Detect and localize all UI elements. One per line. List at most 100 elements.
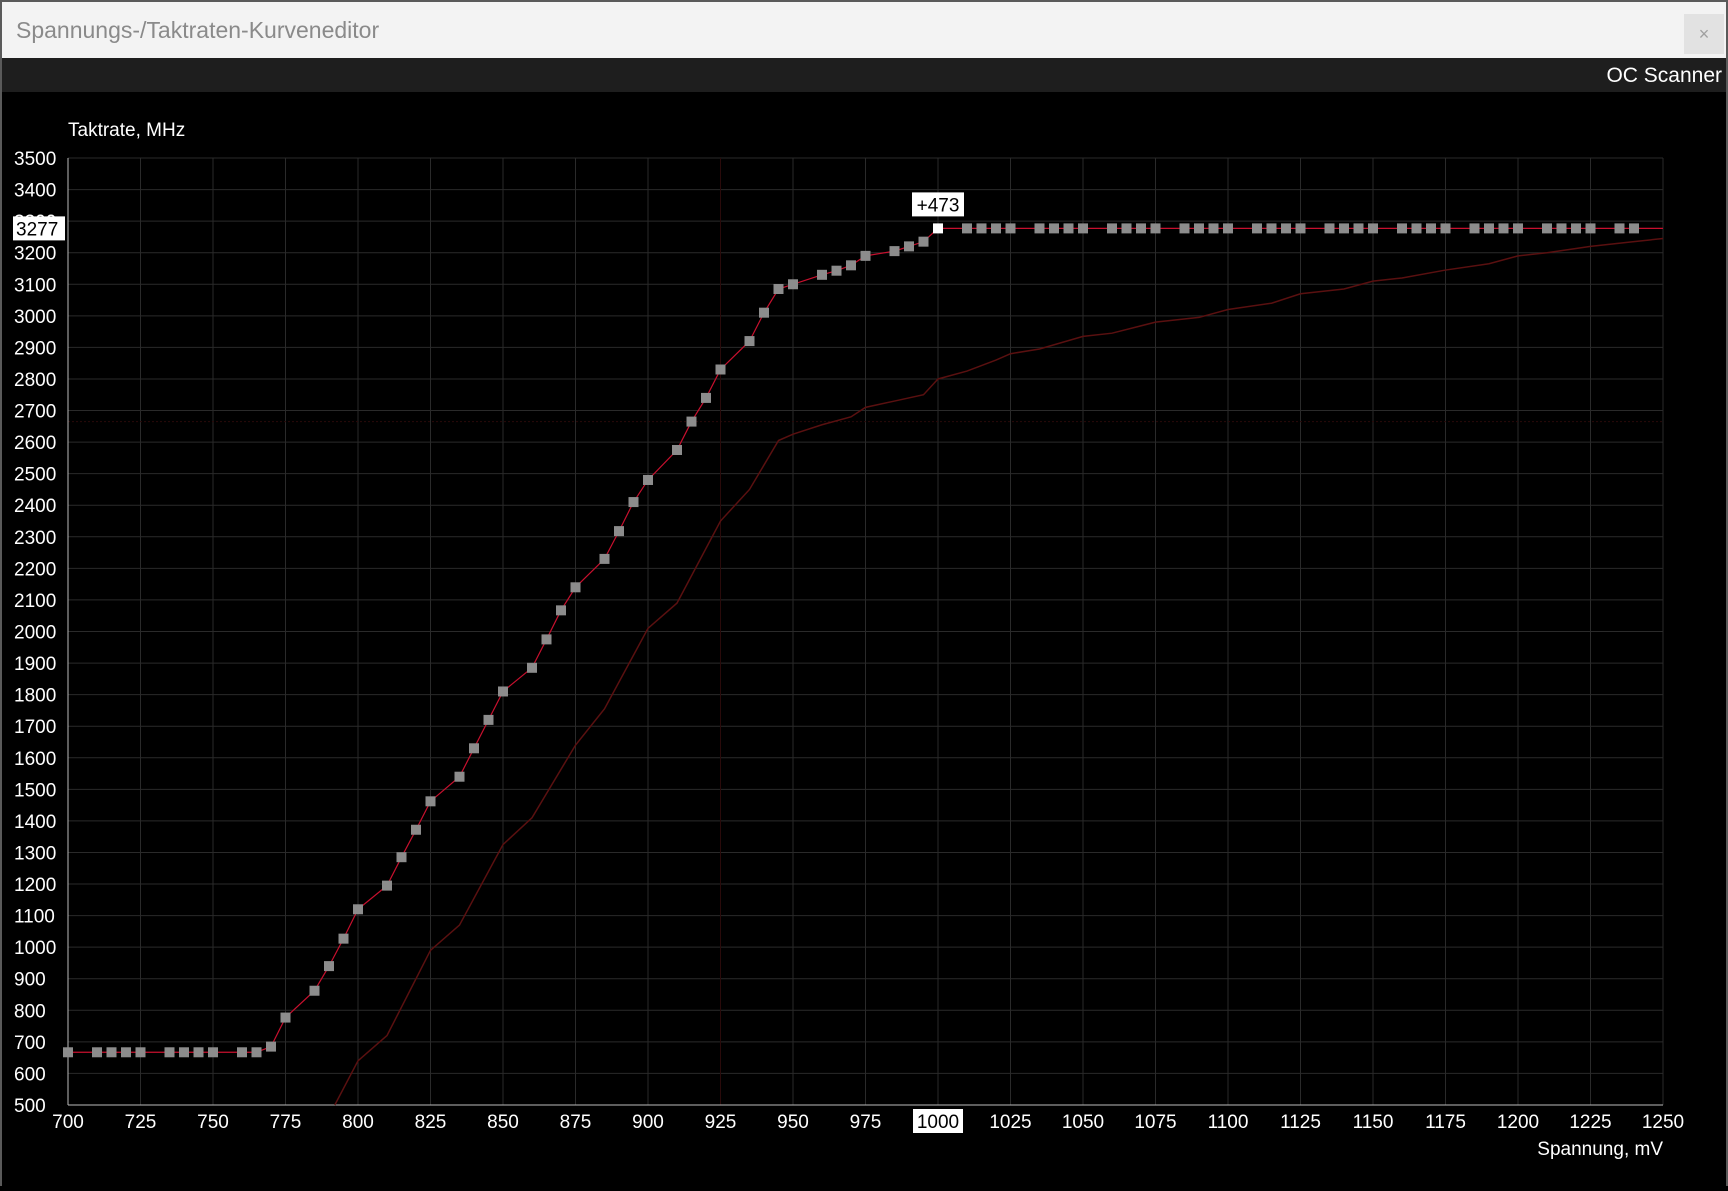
- curve-point[interactable]: [1078, 223, 1088, 234]
- curve-point[interactable]: [382, 880, 392, 891]
- curve-point[interactable]: [1194, 223, 1204, 234]
- oc-scanner-button[interactable]: OC Scanner: [1606, 64, 1722, 88]
- voltage-frequency-chart[interactable]: 500 600 700 800 900 1000 1100 1200 1300 1400 1500 1…: [2, 92, 1726, 1186]
- curve-point[interactable]: [1295, 223, 1306, 234]
- curve-point[interactable]: [846, 260, 856, 271]
- curve-point[interactable]: [251, 1047, 262, 1058]
- curve-point[interactable]: [1150, 223, 1161, 234]
- curve-point[interactable]: [1368, 223, 1378, 234]
- x-tick-label: 1225: [1569, 1112, 1611, 1133]
- curve-point[interactable]: [1324, 223, 1335, 234]
- curve-point[interactable]: [1353, 223, 1364, 234]
- curve-point[interactable]: [1426, 223, 1436, 234]
- curve-point[interactable]: [135, 1047, 146, 1058]
- curve-point[interactable]: [556, 605, 566, 616]
- curve-point[interactable]: [1513, 223, 1523, 234]
- selected-x-value-label: 1000: [917, 1112, 959, 1133]
- curve-point[interactable]: [1266, 223, 1277, 234]
- curve-point[interactable]: [1542, 223, 1552, 234]
- curve-point[interactable]: [1411, 223, 1422, 234]
- curve-point[interactable]: [643, 474, 653, 485]
- curve-point[interactable]: [904, 241, 914, 252]
- curve-point[interactable]: [1556, 223, 1567, 234]
- curve-point[interactable]: [1614, 223, 1625, 234]
- curve-point[interactable]: [614, 526, 624, 537]
- curve-point[interactable]: [1629, 223, 1639, 234]
- curve-point[interactable]: [1281, 223, 1291, 234]
- curve-point[interactable]: [1223, 223, 1233, 234]
- curve-point[interactable]: [1571, 223, 1581, 234]
- curve-point[interactable]: [63, 1047, 73, 1058]
- curve-point[interactable]: [962, 223, 972, 234]
- curve-point[interactable]: [788, 279, 798, 290]
- title-bar[interactable]: Spannungs-/Taktraten-Kurveneditor ×: [2, 2, 1726, 58]
- curve-point[interactable]: [353, 904, 363, 915]
- curve-point[interactable]: [469, 743, 479, 754]
- curve-point[interactable]: [701, 392, 711, 403]
- curve-point[interactable]: [672, 444, 682, 455]
- curve-point[interactable]: [773, 284, 784, 295]
- curve-point[interactable]: [1005, 223, 1016, 234]
- x-tick-label: 1125: [1280, 1112, 1321, 1133]
- curve-point[interactable]: [1179, 223, 1190, 234]
- curve-point[interactable]: [411, 824, 421, 835]
- curve-point[interactable]: [541, 634, 552, 645]
- curve-point[interactable]: [1063, 223, 1074, 234]
- curve-point[interactable]: [686, 416, 697, 427]
- curve-point[interactable]: [106, 1047, 117, 1058]
- curve-point[interactable]: [527, 662, 537, 673]
- curve-editor-window: Spannungs-/Taktraten-Kurveneditor × OC S…: [0, 0, 1728, 1186]
- curve-point[interactable]: [121, 1047, 131, 1058]
- curve-point[interactable]: [324, 961, 334, 972]
- curve-point[interactable]: [1121, 223, 1132, 234]
- curve-point[interactable]: [92, 1047, 102, 1058]
- curve-point[interactable]: [831, 265, 842, 276]
- curve-point[interactable]: [193, 1047, 204, 1058]
- curve-point[interactable]: [266, 1041, 276, 1052]
- curve-point[interactable]: [1208, 223, 1219, 234]
- x-axis-label: Spannung, mV: [1537, 1139, 1663, 1160]
- curve-point[interactable]: [179, 1047, 189, 1058]
- y-tick-label: 2000: [14, 623, 56, 644]
- curve-point[interactable]: [338, 933, 349, 944]
- curve-point[interactable]: [280, 1012, 291, 1023]
- curve-point[interactable]: [454, 771, 465, 782]
- curve-point[interactable]: [425, 796, 436, 807]
- curve-point[interactable]: [396, 852, 407, 863]
- curve-point[interactable]: [817, 269, 827, 280]
- curve-point[interactable]: [1136, 223, 1146, 234]
- curve-point[interactable]: [1034, 223, 1045, 234]
- window-title: Spannungs-/Taktraten-Kurveneditor: [16, 17, 380, 43]
- curve-point[interactable]: [860, 250, 871, 261]
- curve-point[interactable]: [1252, 223, 1262, 234]
- curve-point[interactable]: [237, 1047, 247, 1058]
- curve-point[interactable]: [1469, 223, 1480, 234]
- curve-point[interactable]: [759, 307, 769, 318]
- curve-point[interactable]: [164, 1047, 175, 1058]
- curve-point[interactable]: [628, 497, 639, 508]
- curve-point[interactable]: [498, 686, 508, 697]
- curve-point[interactable]: [918, 236, 929, 247]
- selected-curve-point[interactable]: [933, 223, 943, 234]
- curve-point[interactable]: [715, 364, 726, 375]
- curve-point[interactable]: [744, 336, 755, 347]
- curve-point[interactable]: [1484, 223, 1494, 234]
- curve-point[interactable]: [599, 553, 610, 564]
- curve-point[interactable]: [1397, 223, 1407, 234]
- curve-point[interactable]: [483, 714, 494, 725]
- y-tick-label: 2900: [14, 338, 56, 359]
- curve-point[interactable]: [208, 1047, 218, 1058]
- curve-point[interactable]: [1339, 223, 1349, 234]
- curve-point[interactable]: [991, 223, 1001, 234]
- x-tick-label: 1100: [1208, 1112, 1249, 1133]
- curve-point[interactable]: [976, 223, 987, 234]
- curve-point[interactable]: [309, 985, 320, 996]
- curve-point[interactable]: [570, 582, 581, 593]
- close-button[interactable]: ×: [1684, 14, 1724, 54]
- curve-point[interactable]: [1585, 223, 1596, 234]
- curve-point[interactable]: [1049, 223, 1059, 234]
- curve-point[interactable]: [1498, 223, 1509, 234]
- curve-point[interactable]: [1107, 223, 1117, 234]
- curve-point[interactable]: [1440, 223, 1451, 234]
- curve-point[interactable]: [889, 246, 900, 257]
